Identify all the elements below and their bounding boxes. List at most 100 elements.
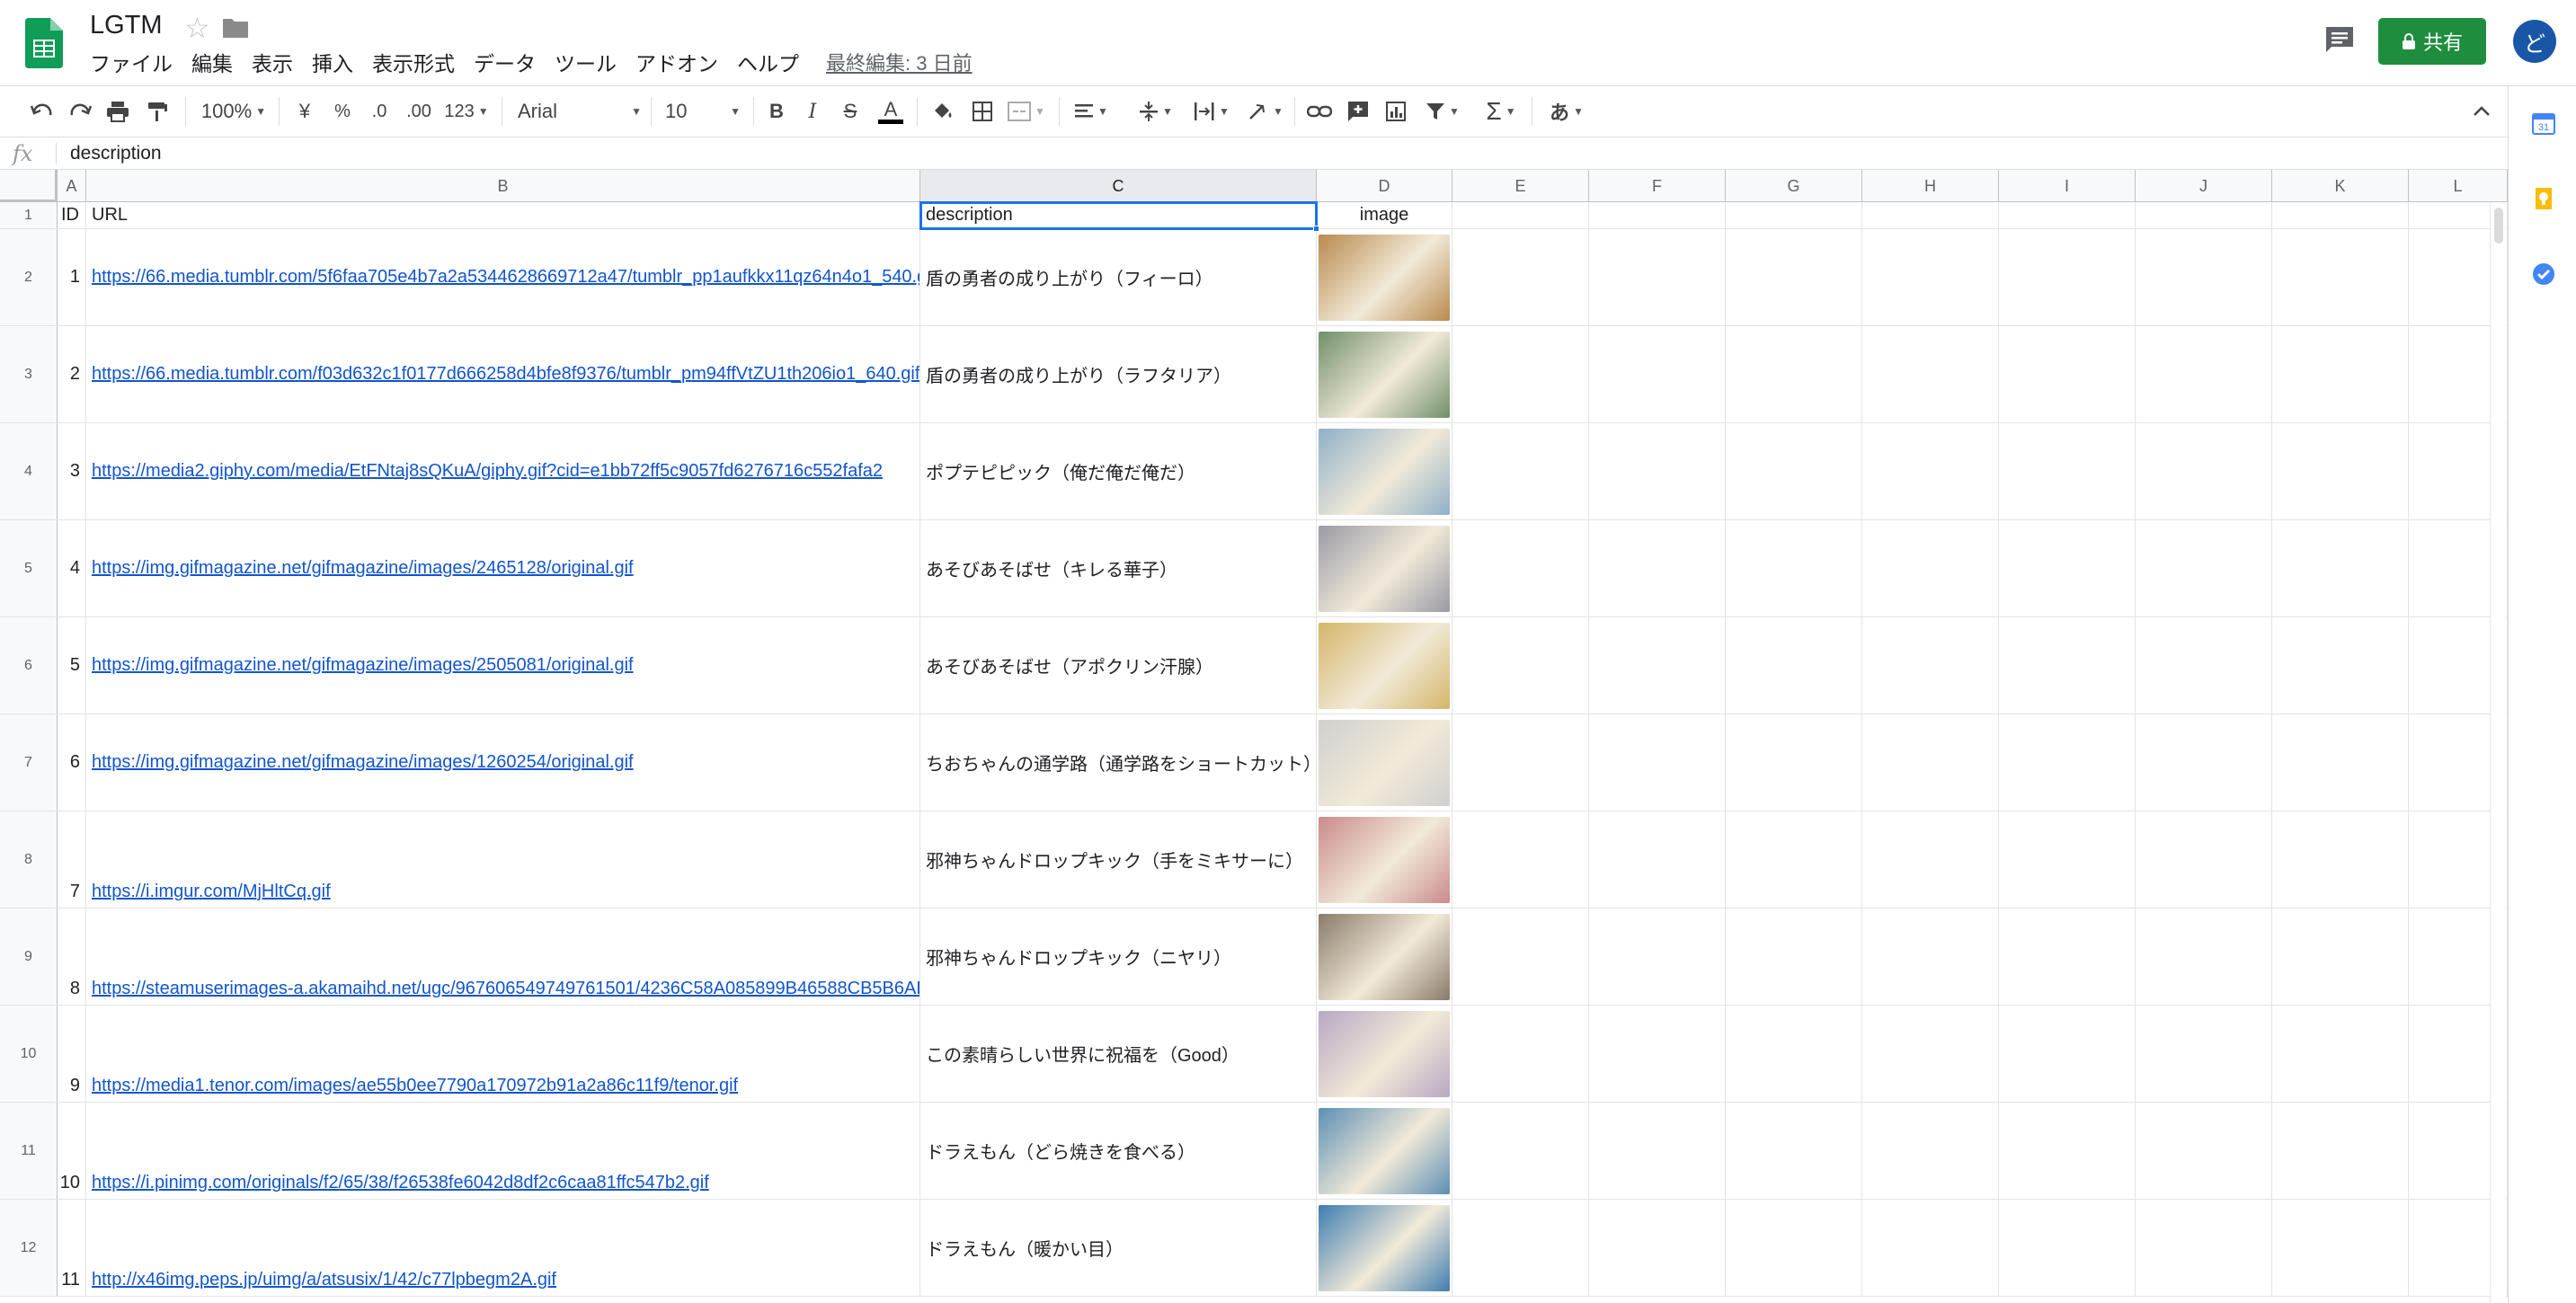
cell-image[interactable] <box>1317 1200 1452 1296</box>
empty-cell[interactable] <box>1452 617 1589 714</box>
cell-description[interactable]: 盾の勇者の成り上がり（ラフタリア） <box>920 326 1317 422</box>
cell-url-header[interactable]: URL <box>86 202 920 228</box>
cell-image-header[interactable]: image <box>1317 202 1452 228</box>
strikethrough-button[interactable]: S <box>836 97 865 126</box>
empty-cell[interactable] <box>2272 229 2409 325</box>
scrollbar-thumb[interactable] <box>2494 208 2503 244</box>
empty-cell[interactable] <box>2136 423 2272 519</box>
column-header-k[interactable]: K <box>2272 170 2409 202</box>
cell-description-header[interactable]: description <box>920 202 1317 228</box>
cell-url[interactable]: https://img.gifmagazine.net/gifmagazine/… <box>86 520 920 616</box>
column-header-j[interactable]: J <box>2136 170 2272 202</box>
cell-description[interactable]: ドラえもん（暖かい目） <box>920 1200 1317 1296</box>
empty-cell[interactable] <box>1999 811 2136 908</box>
cell-url[interactable]: https://i.pinimg.com/originals/f2/65/38/… <box>86 1103 920 1199</box>
menu-insert[interactable]: 挿入 <box>312 50 353 77</box>
column-header-l[interactable]: L <box>2409 170 2508 202</box>
empty-cell[interactable] <box>1726 1200 1862 1296</box>
empty-cell[interactable] <box>1589 202 1726 228</box>
column-header-f[interactable]: F <box>1589 170 1726 202</box>
url-link[interactable]: https://i.pinimg.com/originals/f2/65/38/… <box>92 1173 709 1193</box>
cell-description[interactable]: この素晴らしい世界に祝福を（Good） <box>920 1006 1317 1102</box>
url-link[interactable]: https://img.gifmagazine.net/gifmagazine/… <box>92 655 634 676</box>
empty-cell[interactable] <box>1452 1103 1589 1199</box>
menu-addons[interactable]: アドオン <box>635 50 718 77</box>
url-link[interactable]: https://media1.tenor.com/images/ae55b0ee… <box>92 1076 738 1096</box>
vertical-scrollbar[interactable] <box>2490 202 2506 1303</box>
avatar[interactable]: ど <box>2513 20 2556 63</box>
empty-cell[interactable] <box>1726 423 1862 519</box>
row-header[interactable]: 7 <box>0 714 58 811</box>
row-header[interactable]: 12 <box>0 1200 58 1296</box>
menu-file[interactable]: ファイル <box>90 50 173 77</box>
empty-cell[interactable] <box>1589 617 1726 714</box>
fill-handle[interactable] <box>1313 226 1319 232</box>
empty-cell[interactable] <box>1726 1006 1862 1102</box>
cell-image[interactable] <box>1317 617 1452 714</box>
empty-cell[interactable] <box>1589 229 1726 325</box>
empty-cell[interactable] <box>2272 617 2409 714</box>
undo-icon[interactable] <box>27 97 58 126</box>
empty-cell[interactable] <box>1589 909 1726 1005</box>
insert-chart-icon[interactable] <box>1381 97 1411 126</box>
empty-cell[interactable] <box>2136 202 2272 228</box>
empty-cell[interactable] <box>1726 714 1862 811</box>
cell-url[interactable]: https://media1.tenor.com/images/ae55b0ee… <box>86 1006 920 1102</box>
empty-cell[interactable] <box>2136 909 2272 1005</box>
empty-cell[interactable] <box>2136 1200 2272 1296</box>
formula-input[interactable]: description <box>70 143 162 164</box>
empty-cell[interactable] <box>2272 1006 2409 1102</box>
empty-cell[interactable] <box>1589 1006 1726 1102</box>
empty-cell[interactable] <box>1452 811 1589 908</box>
star-icon[interactable]: ☆ <box>184 11 210 45</box>
empty-cell[interactable] <box>1862 423 1999 519</box>
url-link[interactable]: https://66.media.tumblr.com/5f6faa705e4b… <box>92 267 919 288</box>
empty-cell[interactable] <box>2272 909 2409 1005</box>
empty-cell[interactable] <box>1726 520 1862 616</box>
cell-id[interactable]: 9 <box>58 1006 86 1102</box>
select-all-corner[interactable] <box>0 170 58 202</box>
empty-cell[interactable] <box>1726 326 1862 422</box>
row-header[interactable]: 8 <box>0 811 58 908</box>
column-header-g[interactable]: G <box>1726 170 1862 202</box>
horizontal-align-icon[interactable]: ▼ <box>1070 97 1113 126</box>
font-size-select[interactable]: 10 ▼ <box>660 97 746 126</box>
folder-icon[interactable] <box>223 16 248 38</box>
url-link[interactable]: https://img.gifmagazine.net/gifmagazine/… <box>92 558 634 579</box>
empty-cell[interactable] <box>2272 1103 2409 1199</box>
column-header-i[interactable]: I <box>1999 170 2136 202</box>
empty-cell[interactable] <box>2136 617 2272 714</box>
column-header-b[interactable]: B <box>86 170 920 202</box>
empty-cell[interactable] <box>2272 326 2409 422</box>
increase-decimal-button[interactable]: .00 <box>401 97 437 126</box>
cell-id[interactable]: 2 <box>58 326 86 422</box>
empty-cell[interactable] <box>2136 229 2272 325</box>
empty-cell[interactable] <box>1452 520 1589 616</box>
link-icon[interactable] <box>1303 97 1336 126</box>
empty-cell[interactable] <box>2272 811 2409 908</box>
empty-cell[interactable] <box>1589 1103 1726 1199</box>
cell-id[interactable]: 6 <box>58 714 86 811</box>
empty-cell[interactable] <box>1999 1103 2136 1199</box>
empty-cell[interactable] <box>1999 520 2136 616</box>
cell-id[interactable]: 5 <box>58 617 86 714</box>
empty-cell[interactable] <box>1999 909 2136 1005</box>
empty-cell[interactable] <box>1589 520 1726 616</box>
insert-comment-icon[interactable] <box>1343 97 1373 126</box>
empty-cell[interactable] <box>2136 1006 2272 1102</box>
empty-cell[interactable] <box>1589 714 1726 811</box>
empty-cell[interactable] <box>1862 326 1999 422</box>
empty-cell[interactable] <box>1589 423 1726 519</box>
print-icon[interactable] <box>102 97 133 126</box>
cell-id[interactable]: 10 <box>58 1103 86 1199</box>
font-select[interactable]: Arial ▼ <box>512 97 647 126</box>
empty-cell[interactable] <box>1452 1006 1589 1102</box>
empty-cell[interactable] <box>1862 520 1999 616</box>
menu-edit[interactable]: 編集 <box>191 50 233 77</box>
empty-cell[interactable] <box>2136 1103 2272 1199</box>
document-title[interactable]: LGTM <box>90 11 163 40</box>
italic-button[interactable]: I <box>798 97 827 126</box>
cell-description[interactable]: 盾の勇者の成り上がり（フィーロ） <box>920 229 1317 325</box>
menu-tools[interactable]: ツール <box>555 50 617 77</box>
row-header[interactable]: 4 <box>0 423 58 519</box>
